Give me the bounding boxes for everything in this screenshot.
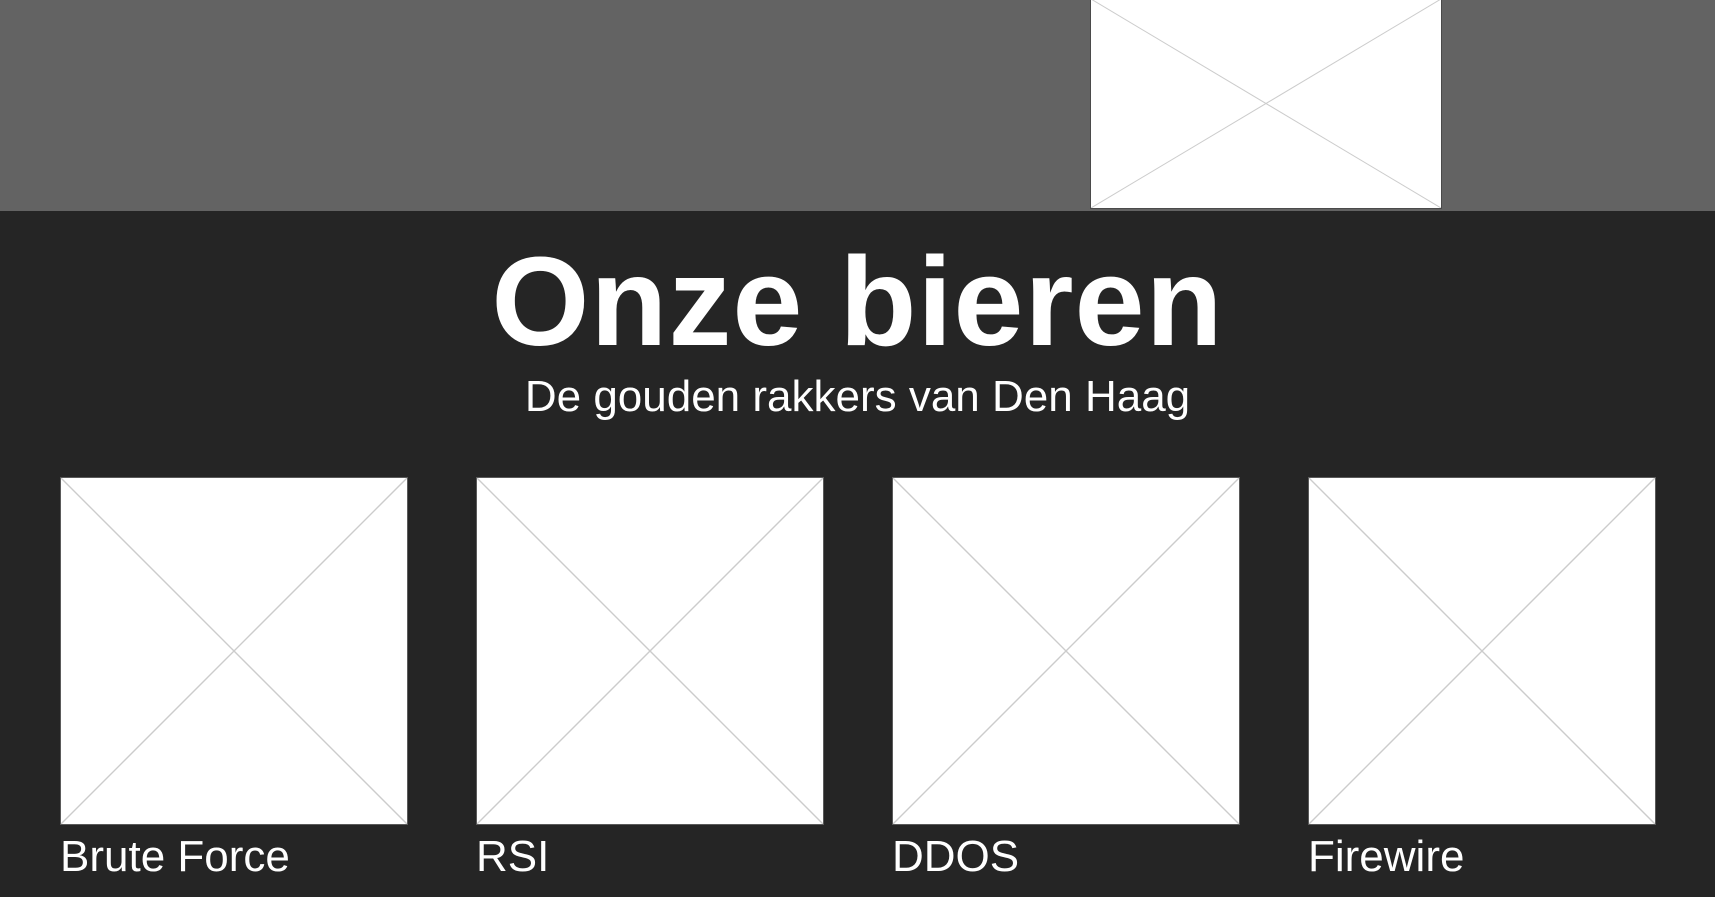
beer-name[interactable]: DDOS (892, 835, 1240, 879)
image-placeholder-icon (1309, 478, 1655, 824)
beer-name[interactable]: Brute Force (60, 835, 408, 879)
beer-name[interactable]: RSI (476, 835, 824, 879)
beer-name[interactable]: Firewire (1308, 835, 1656, 879)
beer-card-firewire[interactable]: Firewire (1308, 477, 1656, 879)
section-title: Onze bieren (491, 231, 1224, 372)
beer-card-rsi[interactable]: RSI (476, 477, 824, 879)
hero-image-placeholder (1090, 0, 1442, 209)
beer-card-brute-force[interactable]: Brute Force (60, 477, 408, 879)
beer-image-placeholder[interactable] (892, 477, 1240, 825)
image-placeholder-icon (893, 478, 1239, 824)
beers-section: Onze bieren De gouden rakkers van Den Ha… (0, 211, 1715, 897)
beer-image-placeholder[interactable] (60, 477, 408, 825)
section-subtitle: De gouden rakkers van Den Haag (524, 372, 1191, 421)
page: Onze bieren De gouden rakkers van Den Ha… (0, 0, 1715, 897)
image-placeholder-icon (61, 478, 407, 824)
beer-image-placeholder[interactable] (476, 477, 824, 825)
image-placeholder-icon (1091, 0, 1441, 208)
beer-card-ddos[interactable]: DDOS (892, 477, 1240, 879)
hero-band (0, 0, 1715, 211)
image-placeholder-icon (477, 478, 823, 824)
beer-image-placeholder[interactable] (1308, 477, 1656, 825)
